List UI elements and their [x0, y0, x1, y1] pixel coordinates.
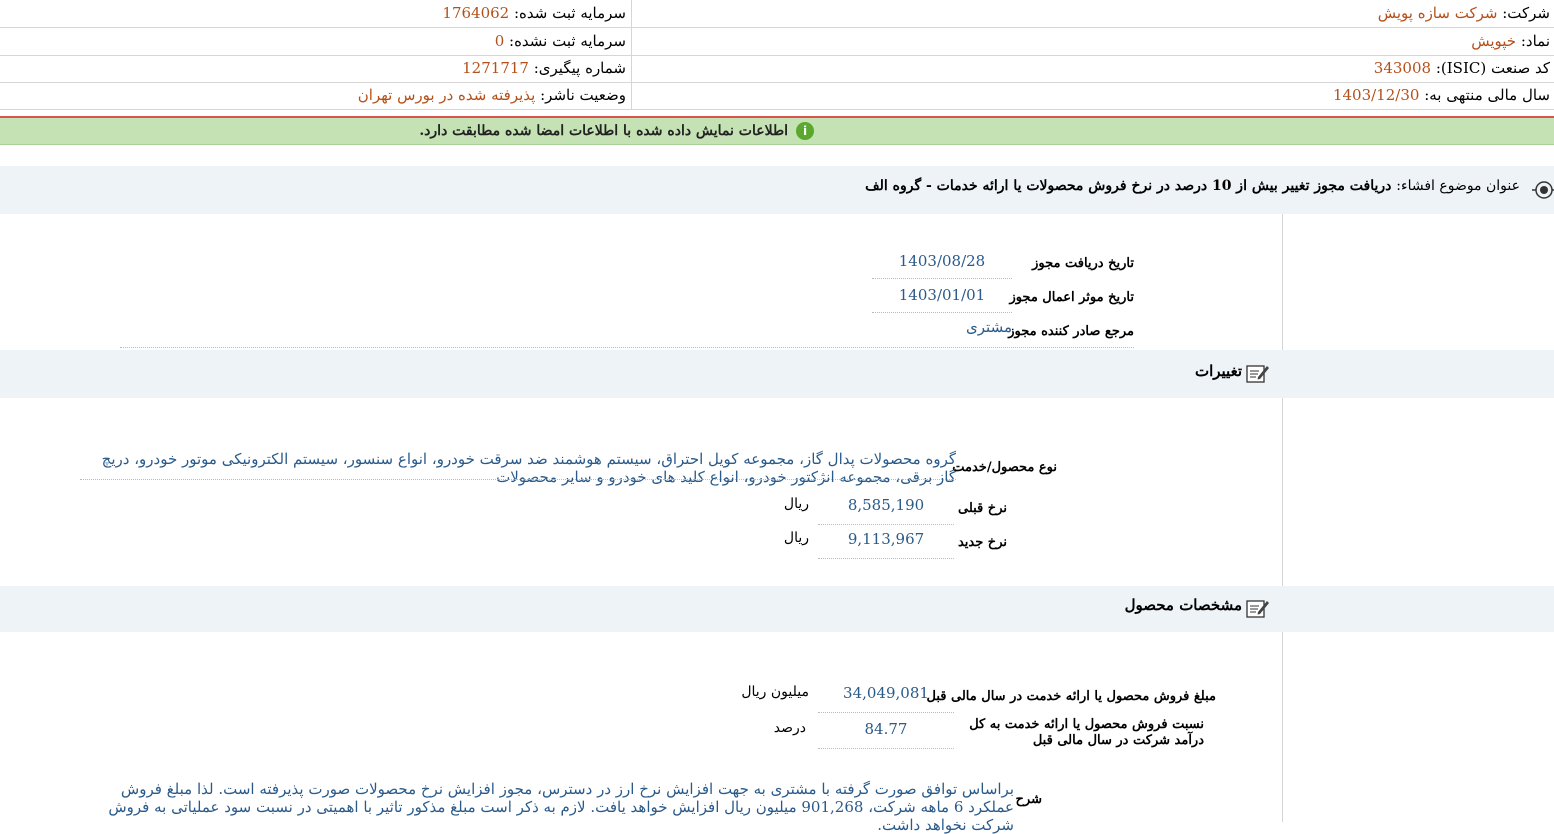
receive-date-value: 1403/08/28 [872, 252, 1012, 279]
content-right-border [1282, 214, 1283, 822]
prev-rate-value: 8,585,190 [818, 496, 954, 525]
changes-section-band: تغییرات [0, 350, 1554, 398]
registered-capital-field: سرمایه ثبت شده: 1764062 [442, 0, 626, 27]
isic-label: کد صنعت (ISIC): [1435, 59, 1550, 77]
publisher-status-field: وضعیت ناشر: پذیرفته شده در بورس تهران [358, 82, 626, 109]
signature-info-message: اطلاعات نمایش داده شده با اطلاعات امضا ش… [419, 123, 788, 139]
edit-icon [1246, 600, 1269, 618]
changes-section-title: تغییرات [1194, 362, 1242, 380]
tracking-label: شماره پیگیری: [533, 59, 626, 77]
effective-date-value: 1403/01/01 [872, 286, 1012, 313]
new-rate-label: نرخ جدید [957, 535, 1007, 550]
info-icon: i [796, 122, 814, 140]
prev-rate-label: نرخ قبلی [958, 501, 1007, 516]
effective-date-label: تاریخ موثر اعمال مجوز [1009, 290, 1134, 305]
registered-capital-value: 1764062 [442, 4, 510, 22]
product-type-value: گروه محصولات پدال گاز، مجموعه کویل احترا… [101, 450, 956, 486]
unregistered-capital-label: سرمایه ثبت نشده: [509, 32, 626, 50]
tracking-field: شماره پیگیری: 1271717 [462, 55, 626, 82]
prev-rate-unit: ریال [783, 496, 809, 512]
disclosure-title-label: عنوان موضوع افشاء: [1396, 178, 1520, 194]
unregistered-capital-value: 0 [494, 32, 505, 50]
sales-amount-value: 34,049,081 [818, 684, 954, 713]
fiscal-label: سال مالی منتهی به: [1424, 86, 1550, 104]
product-specs-section-title: مشخصات محصول [1124, 596, 1242, 614]
symbol-value[interactable]: خپویش [1471, 32, 1516, 50]
header-row-2: نماد: خپویش سرمایه ثبت نشده: 0 [0, 28, 1554, 56]
new-rate-unit: ریال [783, 530, 809, 546]
unregistered-capital-field: سرمایه ثبت نشده: 0 [495, 28, 626, 55]
product-type-label: نوع محصول/خدمت [952, 460, 1057, 475]
permit-divider [120, 346, 1134, 348]
disclosure-title-value: دریافت مجوز تغییر بیش از 10 درصد در نرخ … [865, 178, 1392, 194]
isic-value: 343008 [1373, 59, 1432, 77]
publisher-status-label: وضعیت ناشر: [540, 86, 626, 104]
product-specs-section-band: مشخصات محصول [0, 586, 1554, 632]
target-icon [1532, 181, 1554, 199]
header-row-3: کد صنعت (ISIC): 343008 شماره پیگیری: 127… [0, 55, 1554, 83]
sales-ratio-unit: درصد [773, 720, 806, 736]
tracking-value: 1271717 [462, 59, 529, 77]
disclosure-title: عنوان موضوع افشاء: دریافت مجوز تغییر بیش… [865, 178, 1520, 194]
header-row-1: شرکت: شرکت سازه پویش سرمایه ثبت شده: 176… [0, 0, 1554, 28]
sales-ratio-value: 84.77 [818, 720, 954, 749]
isic-field: کد صنعت (ISIC): 343008 [1374, 55, 1550, 82]
fiscal-value: 1403/12/30 [1332, 86, 1420, 104]
symbol-label: نماد: [1520, 32, 1550, 50]
registered-capital-label: سرمایه ثبت شده: [514, 4, 626, 22]
product-type-divider [80, 478, 956, 480]
sales-amount-unit: میلیون ریال [741, 684, 809, 700]
new-rate-value: 9,113,967 [818, 530, 954, 559]
issuer-value: مشتری [966, 318, 1012, 336]
header-row-4: سال مالی منتهی به: 1403/12/30 وضعیت ناشر… [0, 82, 1554, 110]
symbol-field: نماد: خپویش [1471, 28, 1550, 55]
issuer-label: مرجع صادر کننده مجوز [1008, 324, 1134, 339]
receive-date-label: تاریخ دریافت مجوز [1032, 256, 1134, 271]
publisher-status-value: پذیرفته شده در بورس تهران [357, 86, 536, 104]
disclosure-title-band: عنوان موضوع افشاء: دریافت مجوز تغییر بیش… [0, 166, 1554, 214]
description-label: شرح [1015, 792, 1042, 807]
sales-amount-label: مبلغ فروش محصول یا ارائه خدمت در سال مال… [926, 689, 1217, 704]
sales-ratio-label: نسبت فروش محصول یا ارائه خدمت به کل درآم… [969, 717, 1204, 748]
company-value[interactable]: شرکت سازه پویش [1378, 4, 1498, 22]
description-value: براساس توافق صورت گرفته با مشتری به جهت … [108, 780, 1014, 834]
fiscal-field: سال مالی منتهی به: 1403/12/30 [1333, 82, 1550, 109]
company-field: شرکت: شرکت سازه پویش [1378, 0, 1550, 27]
edit-icon [1246, 365, 1269, 383]
company-label: شرکت: [1502, 4, 1550, 22]
signature-info-bar: i اطلاعات نمایش داده شده با اطلاعات امضا… [0, 118, 1554, 145]
